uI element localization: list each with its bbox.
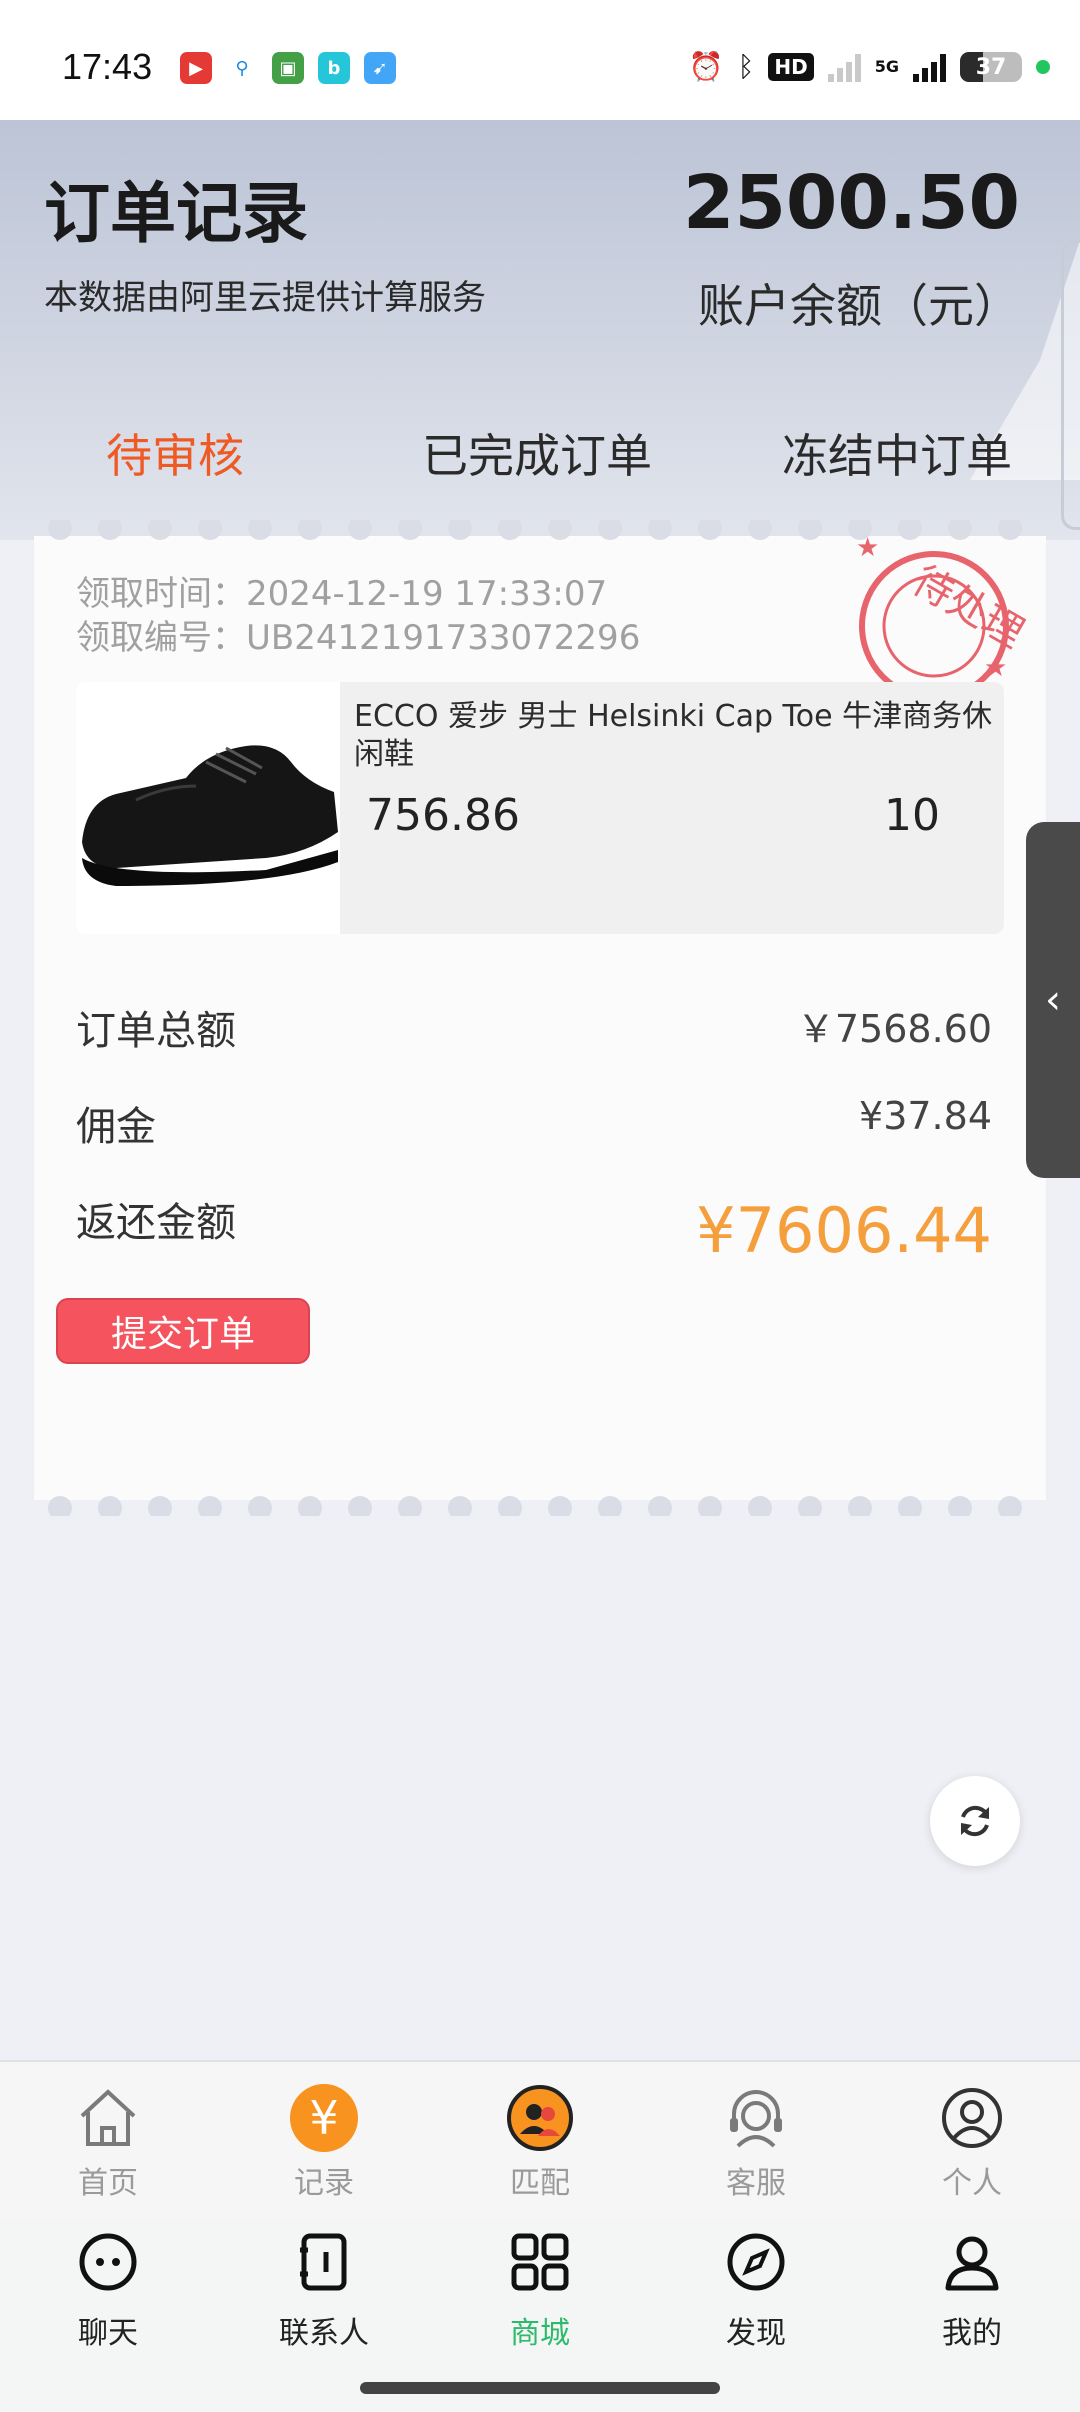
return-amount-label: 返还金额 (76, 1200, 236, 1246)
submit-order-button[interactable]: 提交订单 (56, 1298, 310, 1364)
feather-app-icon: ➹ (364, 52, 396, 84)
status-time: 17:43 (62, 46, 153, 87)
order-tabs: 待审核 已完成订单 冻结中订单 (0, 420, 1080, 520)
nav-discover[interactable]: 发现 (648, 2230, 864, 2352)
tab-frozen[interactable]: 冻结中订单 (782, 420, 1012, 486)
app-bottom-nav: 首页 ¥ 记录 匹配 客服 个人 (0, 2060, 1080, 2222)
search-app-icon: ⚲ (235, 57, 249, 79)
user-circle-icon (942, 2088, 1002, 2148)
stamp-star-icon: ★ (856, 536, 879, 563)
nav-profile[interactable]: 个人 (864, 2084, 1080, 2202)
refresh-icon (961, 1805, 989, 1837)
nav-records-label: 记录 (294, 2166, 354, 2201)
nav-match-label: 匹配 (510, 2166, 570, 2201)
notification-icons: ▶ ⚲ ▣ b ➹ (180, 52, 396, 84)
nav-discover-label: 发现 (726, 2316, 786, 2351)
claim-id-value: UB2412191733072296 (246, 618, 641, 658)
claim-time-value: 2024-12-19 17:33:07 (246, 574, 608, 614)
account-balance: 2500.50 (682, 160, 1020, 246)
commission-label: 佣金 (76, 1104, 156, 1150)
battery-icon: 37 (960, 51, 1022, 82)
nav-home-label: 首页 (78, 2166, 138, 2201)
card-bottom-edge (48, 1496, 1022, 1516)
video-app-icon: ▶ (180, 52, 212, 84)
product-quantity: 10 (884, 790, 940, 841)
yuan-icon: ¥ (290, 2084, 358, 2152)
nav-home[interactable]: 首页 (0, 2084, 216, 2202)
home-indicator[interactable] (360, 2382, 720, 2394)
order-card: 待处理 ★ ★ 领取时间：2024-12-19 17:33:07 领取编号：UB… (34, 520, 1046, 1516)
nav-mall[interactable]: 商城 (432, 2230, 648, 2352)
refresh-button[interactable] (930, 1776, 1020, 1866)
side-drawer-handle[interactable]: ‹ (1026, 822, 1080, 1178)
product-item[interactable]: ECCO 爱步 男士 Helsinki Cap Toe 牛津商务休闲鞋 756.… (76, 682, 1004, 934)
claim-id: 领取编号：UB2412191733072296 (76, 610, 640, 659)
product-name: ECCO 爱步 男士 Helsinki Cap Toe 牛津商务休闲鞋 (354, 699, 993, 772)
contacts-icon (300, 2233, 347, 2291)
network-type: 5G (874, 57, 899, 76)
product-image (76, 682, 340, 934)
stamp-star-icon: ★ (984, 653, 1007, 683)
nav-chat[interactable]: 聊天 (0, 2230, 216, 2352)
grid-icon (511, 2233, 569, 2291)
page-title: 订单记录 (44, 175, 308, 252)
privacy-dot-icon (1036, 59, 1050, 74)
person-icon (945, 2236, 999, 2291)
signal-sim2-icon (913, 52, 946, 82)
claim-id-label: 领取编号： (76, 618, 246, 658)
commission-value: ¥37.84 (859, 1094, 992, 1138)
nav-me-label: 我的 (942, 2316, 1002, 2351)
data-source-text: 本数据由阿里云提供计算服务 (44, 278, 486, 318)
hd-icon: HD (768, 52, 814, 81)
account-balance-label: 账户余额（元） (698, 279, 1020, 333)
stamp-text: 待处理 (904, 558, 1031, 658)
return-amount-value: ¥7606.44 (696, 1194, 992, 1267)
nav-service-label: 客服 (726, 2166, 786, 2201)
nav-records[interactable]: ¥ 记录 (216, 2084, 432, 2202)
tab-pending[interactable]: 待审核 (106, 420, 244, 486)
claim-time-label: 领取时间： (76, 574, 246, 614)
headset-icon (730, 2090, 782, 2148)
nav-me[interactable]: 我的 (864, 2230, 1080, 2352)
nav-profile-label: 个人 (942, 2166, 1002, 2201)
nav-chat-label: 聊天 (78, 2316, 138, 2351)
tab-completed[interactable]: 已完成订单 (422, 420, 652, 486)
battery-level: 37 (975, 54, 1007, 80)
match-icon (507, 2085, 573, 2151)
nav-service[interactable]: 客服 (648, 2084, 864, 2202)
nav-match[interactable]: 匹配 (432, 2084, 648, 2202)
shop-app-icon: ▣ (272, 52, 304, 84)
compass-icon (727, 2233, 785, 2291)
order-total-value: ￥7568.60 (796, 1007, 992, 1051)
order-total-label: 订单总额 (76, 1008, 236, 1054)
signal-sim1-icon (827, 52, 861, 82)
nav-contacts[interactable]: 联系人 (216, 2230, 432, 2352)
home-icon (80, 2089, 136, 2146)
claim-time: 领取时间：2024-12-19 17:33:07 (76, 566, 607, 615)
bluetooth-icon: ᛒ (737, 50, 755, 83)
b-app-icon: b (318, 52, 350, 84)
status-bar: 17:43 ▶ ⚲ ▣ b ➹ ⏰ ᛒ HD 5G 37 (0, 0, 1080, 120)
nav-contacts-label: 联系人 (279, 2316, 369, 2351)
chat-icon (79, 2233, 137, 2291)
alarm-icon: ⏰ (688, 50, 724, 83)
chevron-left-icon: ‹ (1045, 977, 1061, 1023)
product-price: 756.86 (366, 790, 520, 841)
edge-handle-outline (1061, 240, 1080, 530)
header: 订单记录 本数据由阿里云提供计算服务 2500.50 账户余额（元） 待审核 已… (0, 120, 1080, 540)
nav-mall-label: 商城 (510, 2316, 570, 2351)
